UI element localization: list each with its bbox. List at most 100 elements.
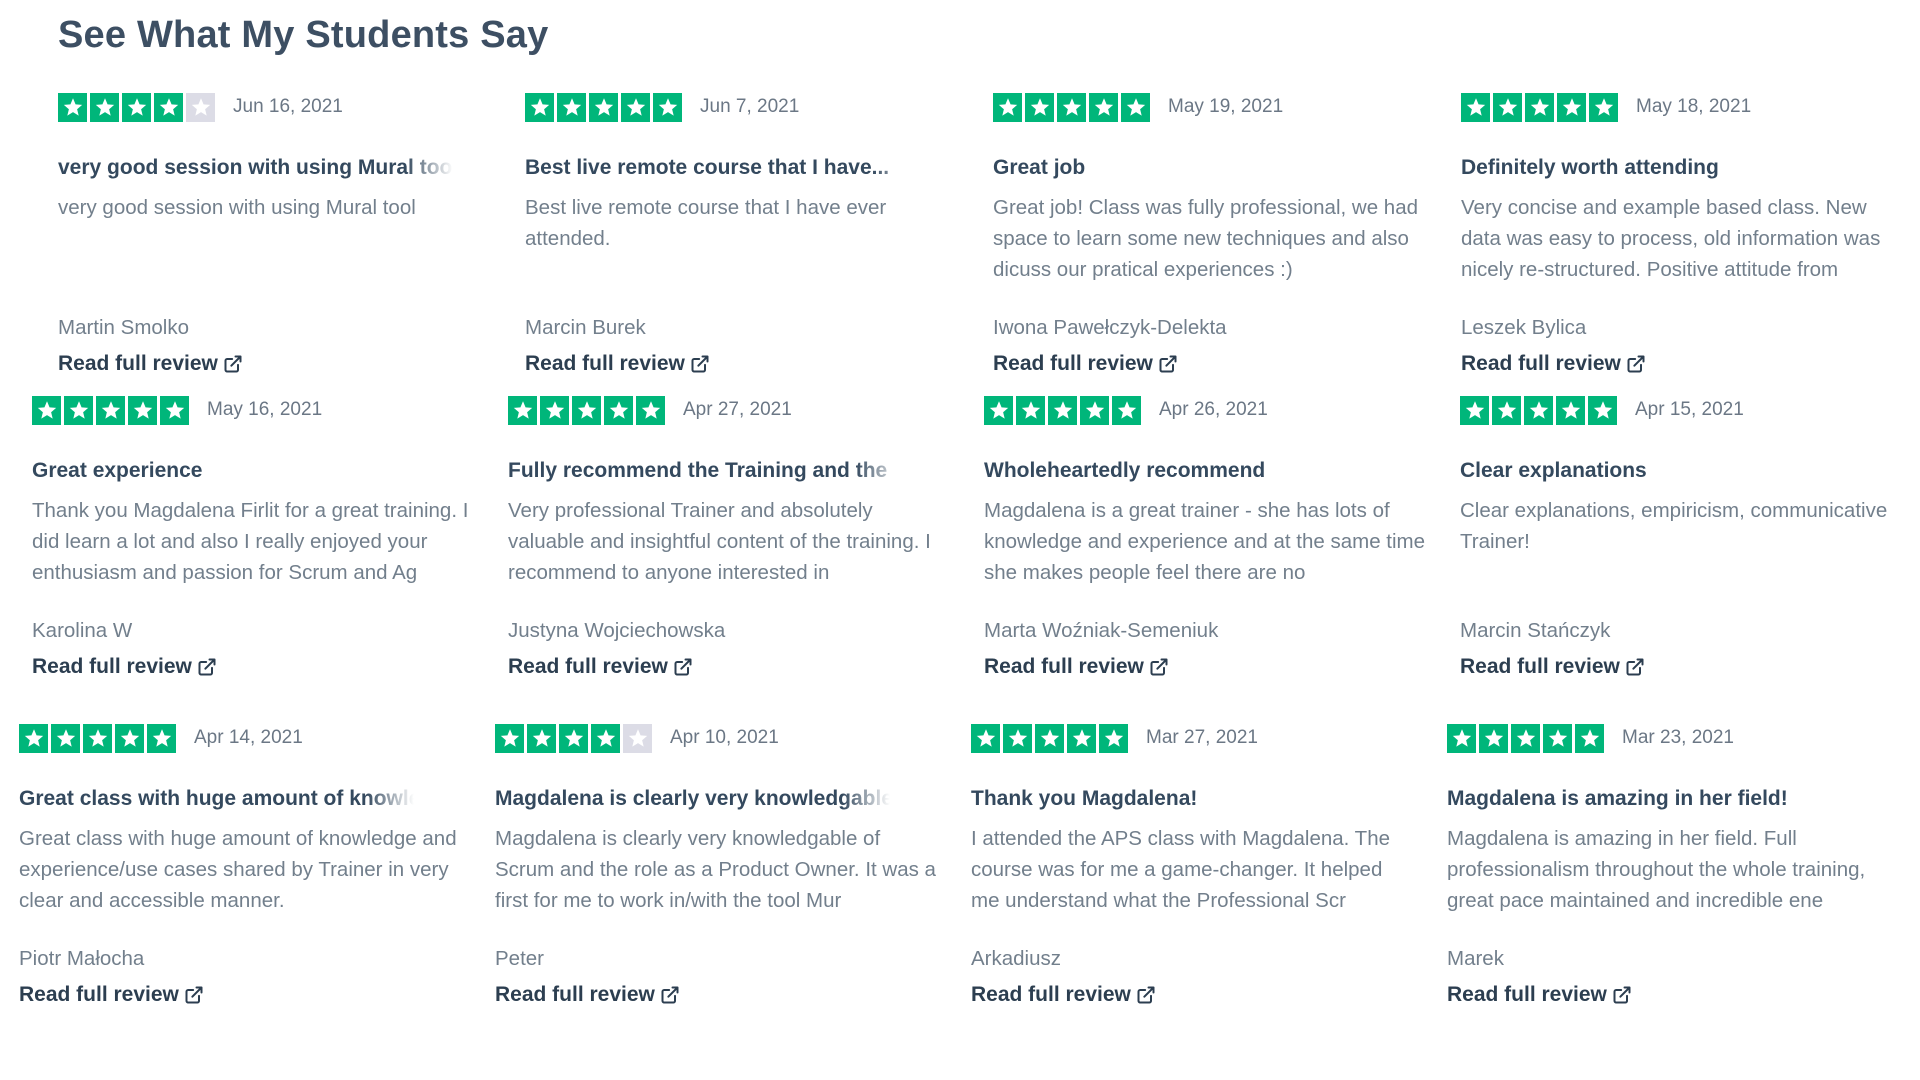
review-author: Justyna Wojciechowska (508, 619, 726, 642)
read-full-review-link[interactable]: Read full review (58, 352, 243, 376)
star-rating (1447, 723, 1604, 753)
star-filled-icon (1492, 395, 1521, 425)
external-link-icon (1137, 986, 1155, 1004)
read-full-review-link[interactable]: Read full review (495, 983, 680, 1007)
star-glyph (564, 729, 583, 747)
read-full-review-link[interactable]: Read full review (525, 352, 710, 376)
star-filled-icon (1112, 395, 1141, 425)
star-glyph (127, 98, 146, 116)
read-full-review-link[interactable]: Read full review (1460, 655, 1645, 679)
review-date: Mar 23, 2021 (1622, 727, 1734, 748)
review-date: Jun 16, 2021 (233, 96, 343, 117)
review-author: Marek (1447, 947, 1504, 970)
star-glyph (1529, 401, 1548, 419)
star-filled-icon (572, 395, 601, 425)
star-filled-icon (1461, 92, 1490, 122)
star-filled-icon (96, 395, 125, 425)
review-title: Fully recommend the Training and the (508, 459, 888, 482)
star-glyph (24, 729, 43, 747)
star-glyph (976, 729, 995, 747)
star-filled-icon (1057, 92, 1086, 122)
star-glyph (56, 729, 75, 747)
review-date: May 16, 2021 (207, 399, 323, 420)
read-full-review-link[interactable]: Read full review (1461, 352, 1646, 376)
star-filled-icon (1588, 395, 1617, 425)
star-filled-icon (495, 723, 524, 753)
review-rating: May 18, 2021 (1461, 92, 1901, 122)
review-rating: Apr 27, 2021 (508, 395, 948, 425)
star-filled-icon (527, 723, 556, 753)
star-glyph (1497, 401, 1516, 419)
star-glyph (532, 729, 551, 747)
read-full-review-link[interactable]: Read full review (19, 983, 204, 1007)
star-rating (971, 723, 1128, 753)
star-filled-icon (1089, 92, 1118, 122)
read-full-review-link[interactable]: Read full review (993, 352, 1178, 376)
star-glyph (1465, 401, 1484, 419)
star-filled-icon (154, 92, 183, 122)
star-glyph (1561, 401, 1580, 419)
star-glyph (1516, 729, 1535, 747)
external-link-icon (691, 355, 709, 373)
star-glyph (1117, 401, 1136, 419)
read-full-review-label: Read full review (32, 655, 192, 678)
review-rating: Apr 15, 2021 (1460, 395, 1900, 425)
review-rating: May 19, 2021 (993, 92, 1433, 122)
star-filled-icon (122, 92, 151, 122)
star-rating (32, 395, 189, 425)
star-glyph (1040, 729, 1059, 747)
star-glyph (1498, 98, 1517, 116)
read-full-review-link[interactable]: Read full review (1447, 983, 1632, 1007)
review-title: Magdalena is amazing in her field! (1447, 787, 1788, 810)
star-filled-icon (971, 723, 1000, 753)
star-filled-icon (51, 723, 80, 753)
star-glyph (95, 98, 114, 116)
external-link-icon (674, 658, 692, 676)
star-filled-icon (540, 395, 569, 425)
review-title: Thank you Magdalena! (971, 787, 1198, 810)
review-date: Mar 27, 2021 (1146, 727, 1258, 748)
star-filled-icon (115, 723, 144, 753)
star-glyph (641, 401, 660, 419)
review-rating: Mar 23, 2021 (1447, 723, 1887, 753)
star-empty-icon (623, 723, 652, 753)
star-rating (1461, 92, 1618, 122)
star-filled-icon (32, 395, 61, 425)
external-link-icon (1613, 986, 1631, 1004)
star-filled-icon (525, 92, 554, 122)
review-title: Wholeheartedly recommend (984, 459, 1266, 482)
review-body: Very professional Trainer and absolutely… (508, 499, 931, 584)
star-rating (19, 723, 176, 753)
review-rating: Apr 14, 2021 (19, 723, 459, 753)
read-full-review-link[interactable]: Read full review (32, 655, 217, 679)
star-glyph (1085, 401, 1104, 419)
read-full-review-link[interactable]: Read full review (508, 655, 693, 679)
star-glyph (577, 401, 596, 419)
external-link-icon (1159, 355, 1177, 373)
star-glyph (1126, 98, 1145, 116)
star-glyph (1548, 729, 1567, 747)
star-filled-icon (1080, 395, 1109, 425)
star-glyph (530, 98, 549, 116)
review-date: Apr 10, 2021 (670, 727, 779, 748)
star-filled-icon (1557, 92, 1586, 122)
review-title: Great class with huge amount of knowle (19, 787, 414, 810)
star-filled-icon (591, 723, 620, 753)
review-author: Marcin Burek (525, 316, 646, 339)
star-filled-icon (1447, 723, 1476, 753)
read-full-review-link[interactable]: Read full review (971, 983, 1156, 1007)
review-author: Marcin Stańczyk (1460, 619, 1611, 642)
star-glyph (1580, 729, 1599, 747)
read-full-review-label: Read full review (1447, 983, 1607, 1006)
read-full-review-link[interactable]: Read full review (984, 655, 1169, 679)
review-card: Apr 26, 2021 Wholeheartedly recommend Magd… (984, 395, 1425, 678)
review-title: Magdalena is clearly very knowledgable (495, 787, 890, 810)
star-glyph (1104, 729, 1123, 747)
star-filled-icon (1067, 723, 1096, 753)
star-filled-icon (1003, 723, 1032, 753)
external-link-icon (1150, 658, 1168, 676)
review-date: Jun 7, 2021 (700, 96, 800, 117)
read-full-review-label: Read full review (1460, 655, 1620, 678)
read-full-review-label: Read full review (495, 983, 655, 1006)
review-title: Clear explanations (1460, 459, 1647, 482)
